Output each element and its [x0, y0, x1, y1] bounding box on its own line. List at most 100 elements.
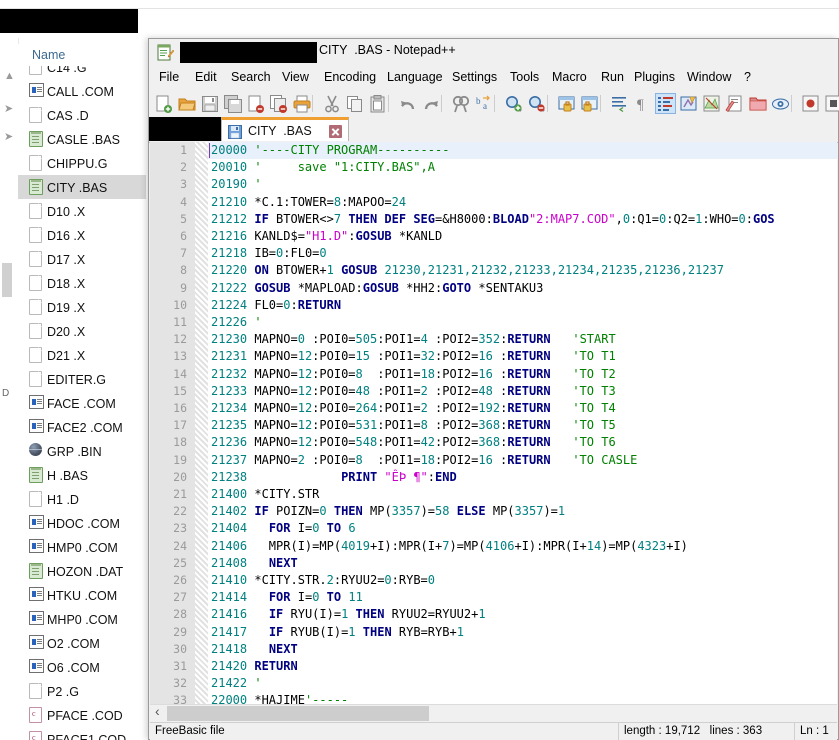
code-line[interactable]: 15 21233 MAPNO=12:POI0=48 :POI1=2 :POI2=4… [150, 383, 837, 400]
code-line[interactable]: 23 21404 FOR I=0 TO 6 [150, 520, 837, 537]
code-line[interactable]: 1 20000 '----CITY PROGRAM---------- [150, 142, 837, 159]
menu-item-search[interactable]: Search [231, 70, 271, 84]
stop-macro-icon[interactable] [823, 93, 839, 114]
code-line[interactable]: 11 21226 ' [150, 314, 837, 331]
file-list-item[interactable]: D17 .X [18, 247, 146, 271]
code-line[interactable]: 22 21402 IF POIZN=0 THEN MP(3357)=58 ELSE… [150, 503, 837, 520]
code-line[interactable]: 16 21234 MAPNO=12:POI0=264:POI1=2 :POI2=1… [150, 400, 837, 417]
print-icon[interactable] [291, 93, 312, 114]
file-list-item[interactable]: CASLE .BAS [18, 127, 146, 151]
close-file-icon[interactable] [245, 93, 266, 114]
sync-horizontal-icon[interactable] [579, 93, 600, 114]
file-list-item[interactable]: D21 .X [18, 343, 146, 367]
file-list-item[interactable]: FACE2 .COM [18, 415, 146, 439]
file-list-item[interactable]: O6 .COM [18, 655, 146, 679]
menu-item-settings[interactable]: Settings [452, 70, 497, 84]
code-line[interactable]: 25 21408 NEXT [150, 555, 837, 572]
zoom-out-icon[interactable] [526, 93, 547, 114]
menu-item-file[interactable]: File [159, 70, 179, 84]
file-list-item[interactable]: CAS .D [18, 103, 146, 127]
nav-up-icon[interactable]: ▲ [4, 70, 15, 82]
code-line[interactable]: 10 21224 FL0=0:RETURN [150, 297, 837, 314]
file-list-item[interactable]: H1 .D [18, 487, 146, 511]
save-all-icon[interactable] [222, 93, 243, 114]
paste-icon[interactable] [367, 93, 388, 114]
close-all-icon[interactable] [268, 93, 289, 114]
menu-item-language[interactable]: Language [387, 70, 443, 84]
file-list-item[interactable]: HDOC .COM [18, 511, 146, 535]
nav-pin2-icon[interactable]: ➤ [4, 130, 13, 143]
cut-icon[interactable] [321, 93, 342, 114]
code-line[interactable]: 27 21414 FOR I=0 TO 11 [150, 589, 837, 606]
undo-icon[interactable] [397, 93, 418, 114]
horizontal-scrollbar[interactable] [150, 703, 837, 722]
code-line[interactable]: 17 21235 MAPNO=12:POI0=531:POI1=8 :POI2=3… [150, 417, 837, 434]
code-text[interactable]: 1 20000 '----CITY PROGRAM---------- 2 20010… [150, 142, 837, 704]
file-list-item[interactable]: CHIPPU.G [18, 151, 146, 175]
explorer-file-list[interactable]: C14 .G CALL .COM CAS .D CASLE .BAS CHIPPU.G C… [18, 66, 146, 740]
file-list-item[interactable]: H .BAS [18, 463, 146, 487]
tab-bar[interactable]: CITY .BAS [149, 117, 838, 143]
indent-guide-icon[interactable] [655, 93, 676, 114]
sync-vertical-icon[interactable] [556, 93, 577, 114]
code-line[interactable]: 29 21417 IF RYUB(I)=1 THEN RYB=RYB+1 [150, 624, 837, 641]
save-icon[interactable] [199, 93, 220, 114]
code-line[interactable]: 7 21218 IB=0:FL0=0 [150, 245, 837, 262]
code-line[interactable]: 19 21237 MAPNO=2 :POI0=8 :POI1=18:POI2=16… [150, 452, 837, 469]
file-list-item[interactable]: PFACE1.COD [18, 727, 146, 740]
code-line[interactable]: 2 20010 ' save "1:CITY.BAS",A [150, 159, 837, 176]
toolbar[interactable]: b a ¶ [149, 90, 839, 118]
scrollbar-track[interactable] [429, 705, 837, 722]
user-language-icon[interactable] [678, 93, 699, 114]
code-line[interactable]: 6 21216 KANLD$="H1.D":GOSUB *KANLD [150, 228, 837, 245]
file-list-item[interactable]: CALL .COM [18, 79, 146, 103]
explorer-column-header[interactable]: Name [18, 44, 146, 67]
file-list-item[interactable]: FACE .COM [18, 391, 146, 415]
file-list-item[interactable]: D18 .X [18, 271, 146, 295]
open-file-icon[interactable] [176, 93, 197, 114]
word-wrap-icon[interactable] [609, 93, 630, 114]
file-list-item[interactable]: CITY .BAS [18, 175, 146, 199]
menu-bar[interactable]: File Edit Search View Encoding Language Settin… [149, 66, 838, 90]
menu-item-encoding[interactable]: Encoding [324, 70, 376, 84]
new-file-icon[interactable] [153, 93, 174, 114]
code-line[interactable]: 9 21222 GOSUB *MAPLOAD:GOSUB *HH2:GOTO *S… [150, 280, 837, 297]
code-line[interactable]: 28 21416 IF RYU(I)=1 THEN RYUU2=RYUU2+1 [150, 606, 837, 623]
file-list-item[interactable]: P2 .G [18, 679, 146, 703]
code-line[interactable]: 13 21231 MAPNO=12:POI0=15 :POI1=32:POI2=1… [150, 348, 837, 365]
code-editor[interactable]: 1 20000 '----CITY PROGRAM---------- 2 20010… [150, 142, 837, 704]
scrollbar-thumb[interactable] [167, 706, 429, 721]
redo-icon[interactable] [420, 93, 441, 114]
file-list-item[interactable]: GRP .BIN [18, 439, 146, 463]
file-list-item[interactable]: C14 .G [18, 66, 146, 79]
file-list-item[interactable]: HTKU .COM [18, 583, 146, 607]
menu-item-run[interactable]: Run [601, 70, 624, 84]
file-list-item[interactable]: O2 .COM [18, 631, 146, 655]
menu-item-macro[interactable]: Macro [552, 70, 587, 84]
code-line[interactable]: 20 21238 PRINT "ÊÞ ¶":END [150, 469, 837, 486]
replace-icon[interactable]: ba [473, 93, 494, 114]
record-macro-icon[interactable] [800, 93, 821, 114]
code-line[interactable]: 31 21420 RETURN [150, 658, 837, 675]
title-bar[interactable]: CITY .BAS - Notepad++ [149, 39, 838, 66]
code-line[interactable]: 5 21212 IF BTOWER<>7 THEN DEF SEG=&H8000:… [150, 211, 837, 228]
file-list-item[interactable]: D10 .X [18, 199, 146, 223]
close-icon[interactable] [329, 125, 342, 138]
tab-city-bas[interactable]: CITY .BAS [221, 117, 349, 141]
file-list-item[interactable]: D19 .X [18, 295, 146, 319]
code-line[interactable]: 12 21230 MAPNO=0 :POI0=505:POI1=4 :POI2=3… [150, 331, 837, 348]
code-line[interactable]: 32 21422 ' [150, 675, 837, 692]
file-list-item[interactable]: EDITER.G [18, 367, 146, 391]
code-line[interactable]: 8 21220 ON BTOWER+1 GOSUB 21230,21231,212… [150, 262, 837, 279]
code-line[interactable]: 24 21406 MPR(I)=MP(4019+I):MPR(I+7)=MP(41… [150, 538, 837, 555]
document-map-icon[interactable] [701, 93, 722, 114]
menu-item-window[interactable]: Window [687, 70, 731, 84]
show-all-chars-icon[interactable]: ¶ [632, 93, 653, 114]
file-list-item[interactable]: MHP0 .COM [18, 607, 146, 631]
function-list-icon[interactable] [724, 93, 745, 114]
menu-item-[interactable]: ? [744, 70, 751, 84]
tab-redacted[interactable] [149, 117, 221, 141]
folder-workspace-icon[interactable] [747, 93, 768, 114]
file-list-item[interactable]: D20 .X [18, 319, 146, 343]
menu-item-view[interactable]: View [282, 70, 309, 84]
